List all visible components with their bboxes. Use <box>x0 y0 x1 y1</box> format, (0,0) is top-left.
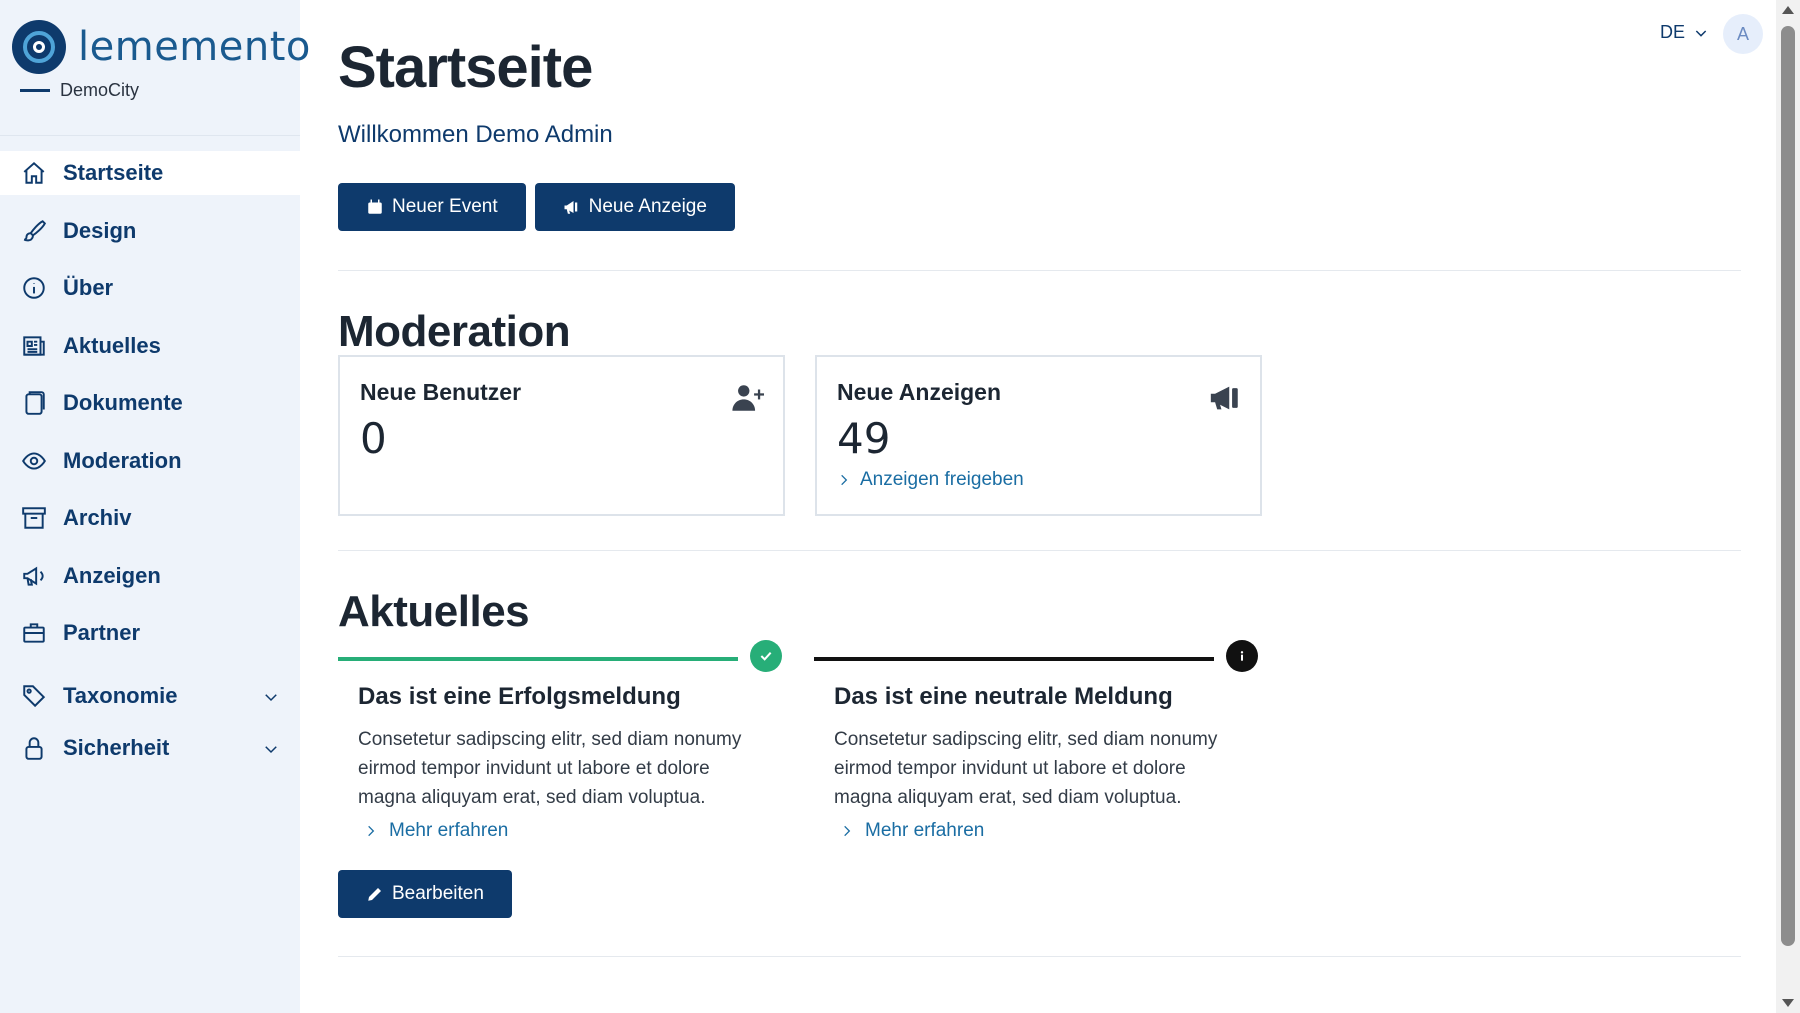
sidebar-item-anzeigen[interactable]: Anzeigen <box>0 554 300 598</box>
lock-icon <box>20 734 48 762</box>
logo-text: lememento <box>78 24 311 70</box>
divider <box>338 956 1741 957</box>
sidebar-item-label: Taxonomie <box>63 682 178 708</box>
sidebar-item-label: Sicherheit <box>63 734 170 760</box>
welcome-message: Willkommen Demo Admin <box>338 121 613 148</box>
sidebar-item-label: Startseite <box>63 160 164 185</box>
check-icon <box>750 640 782 672</box>
brand: lememento DemoCity <box>0 0 310 136</box>
new-event-label: Neuer Event <box>392 196 498 217</box>
tag-icon <box>20 682 48 710</box>
news-list: Das ist eine Erfolgsmeldung Consetetur s… <box>338 637 1741 842</box>
home-icon <box>20 159 48 187</box>
sidebar-item-label: Dokumente <box>63 390 183 415</box>
sidebar-item-sicherheit[interactable]: Sicherheit <box>0 726 300 770</box>
calendar-icon <box>368 199 382 214</box>
sidebar-item-label: Anzeigen <box>63 562 161 588</box>
quick-actions: Neuer Event Neue Anzeige <box>338 183 1741 231</box>
new-ad-button[interactable]: Neue Anzeige <box>534 183 735 231</box>
card-value: 0 <box>360 414 387 463</box>
org-name: DemoCity <box>60 80 140 100</box>
briefcase-icon <box>20 619 48 647</box>
read-more-label: Mehr erfahren <box>389 820 509 841</box>
newspaper-icon <box>20 332 48 360</box>
new-users-card[interactable]: Neue Benutzer 0 <box>338 355 785 516</box>
news-item-success: Das ist eine Erfolgsmeldung Consetetur s… <box>338 637 782 842</box>
approve-ads-link[interactable]: Anzeigen freigeben <box>837 469 1240 491</box>
page-title: Startseite <box>338 35 593 100</box>
info-icon <box>1226 640 1258 672</box>
moderation-title: Moderation <box>338 307 571 356</box>
scroll-up-arrow[interactable] <box>1782 6 1794 14</box>
news-status-line <box>814 657 1214 661</box>
moderation-cards: Neue Benutzer 0 Neue Anzeigen 49 Anzeige… <box>338 355 1741 516</box>
card-value: 49 <box>837 414 891 463</box>
new-ads-card[interactable]: Neue Anzeigen 49 Anzeigen freigeben <box>815 355 1262 516</box>
logo-icon <box>12 20 66 74</box>
scroll-down-arrow[interactable] <box>1782 999 1794 1007</box>
main-content: Startseite Willkommen Demo Admin Neuer E… <box>338 0 1741 957</box>
card-title: Neue Benutzer <box>360 379 522 405</box>
news-item-neutral: Das ist eine neutrale Meldung Consetetur… <box>814 637 1258 842</box>
sidebar: lememento DemoCity Startseite Design Übe… <box>0 0 310 1013</box>
archive-icon <box>20 504 48 532</box>
news-item-text: Consetetur sadipscing elitr, sed diam no… <box>834 729 1218 808</box>
news-title: Aktuelles <box>338 587 530 636</box>
sidebar-item-label: Moderation <box>63 447 182 473</box>
sidebar-item-label: Aktuelles <box>63 332 161 358</box>
megaphone-icon <box>564 201 577 214</box>
megaphone-icon <box>20 562 48 590</box>
new-event-button[interactable]: Neuer Event <box>338 183 526 231</box>
sidebar-nav: Startseite Design Über Aktuelles Dokumen… <box>0 151 300 770</box>
sidebar-item-dokumente[interactable]: Dokumente <box>0 381 300 425</box>
news-status-line <box>338 657 738 661</box>
scroll-thumb[interactable] <box>1781 26 1795 946</box>
news-actions: Bearbeiten <box>338 870 1741 918</box>
logo[interactable]: lememento <box>12 20 310 74</box>
megaphone-icon <box>1208 381 1242 420</box>
chevron-down-icon[interactable] <box>262 686 280 712</box>
page-scrollbar[interactable] <box>1776 0 1800 1013</box>
read-more-link[interactable]: Mehr erfahren <box>338 820 782 842</box>
chevron-down-icon[interactable] <box>262 738 280 764</box>
eye-icon <box>20 447 48 475</box>
edit-label: Bearbeiten <box>392 883 484 904</box>
news-item-title: Das ist eine neutrale Meldung <box>834 683 1173 710</box>
sidebar-item-label: Partner <box>63 620 141 645</box>
chevron-right-icon <box>844 825 851 837</box>
sidebar-item-moderation[interactable]: Moderation <box>0 439 300 483</box>
sidebar-item-label: Archiv <box>63 505 132 530</box>
org-switcher[interactable]: DemoCity <box>20 80 300 101</box>
pencil-icon <box>368 888 381 901</box>
read-more-link[interactable]: Mehr erfahren <box>814 820 1258 842</box>
sidebar-item-taxonomie[interactable]: Taxonomie <box>0 674 300 718</box>
divider <box>338 270 1741 271</box>
sidebar-item-ueber[interactable]: Über <box>0 266 300 310</box>
chevron-right-icon <box>368 825 375 837</box>
sidebar-item-archiv[interactable]: Archiv <box>0 496 300 540</box>
chevron-right-icon <box>841 474 848 486</box>
info-icon <box>20 274 48 302</box>
sidebar-item-partner[interactable]: Partner <box>0 611 300 655</box>
sidebar-item-label: Design <box>63 217 137 243</box>
document-icon <box>20 389 48 417</box>
sidebar-item-startseite[interactable]: Startseite <box>0 151 300 195</box>
sidebar-item-label: Über <box>63 275 114 300</box>
sidebar-item-aktuelles[interactable]: Aktuelles <box>0 324 300 368</box>
card-title: Neue Anzeigen <box>837 379 1002 405</box>
sidebar-item-design[interactable]: Design <box>0 209 300 253</box>
read-more-label: Mehr erfahren <box>865 820 985 841</box>
new-ad-label: Neue Anzeige <box>588 196 707 217</box>
brush-icon <box>20 217 48 245</box>
user-plus-icon <box>731 381 765 420</box>
news-item-title: Das ist eine Erfolgsmeldung <box>358 683 681 710</box>
divider <box>338 550 1741 551</box>
approve-ads-label: Anzeigen freigeben <box>860 469 1024 490</box>
edit-button[interactable]: Bearbeiten <box>338 870 512 918</box>
news-item-text: Consetetur sadipscing elitr, sed diam no… <box>358 729 742 808</box>
